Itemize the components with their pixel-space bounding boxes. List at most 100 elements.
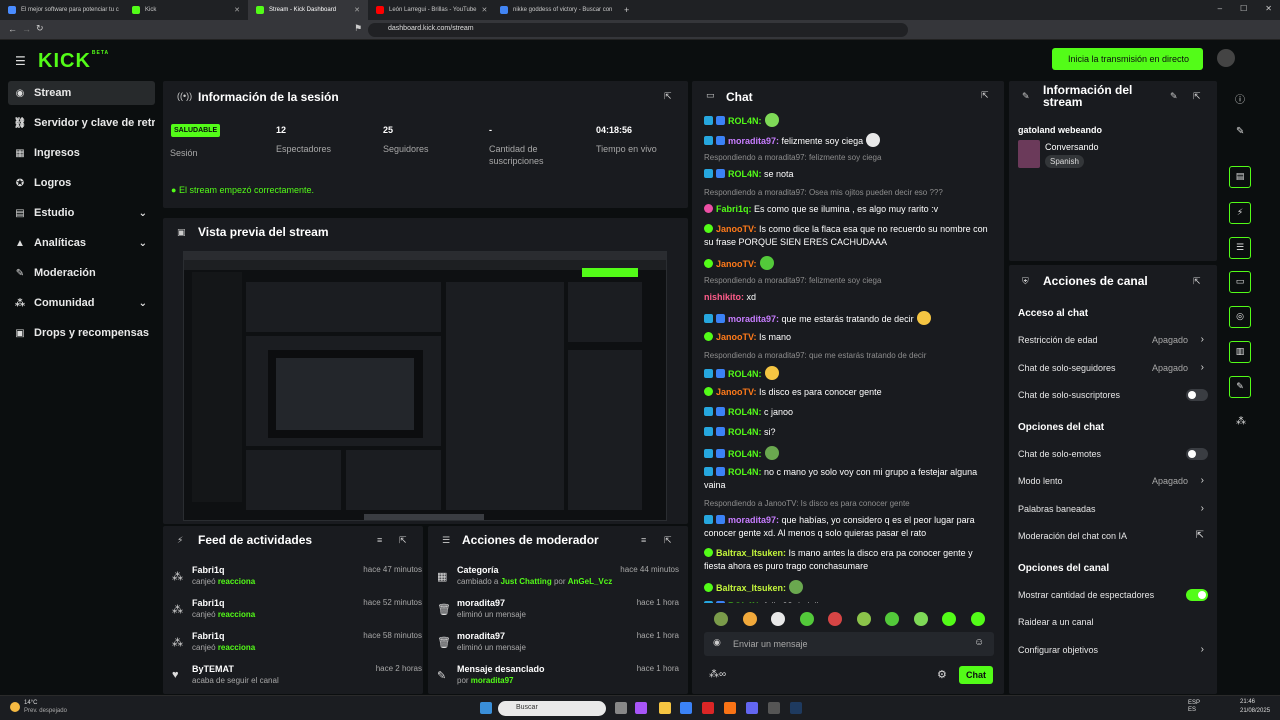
emote-icon[interactable]	[714, 612, 728, 626]
info-icon[interactable]: ⓘ	[1235, 91, 1245, 106]
sidebar-item-6[interactable]: ✎ Moderación	[8, 261, 155, 285]
popout-icon[interactable]: ⇱	[664, 91, 672, 102]
explorer-icon[interactable]	[659, 702, 671, 714]
close-icon[interactable]: ✕	[1265, 4, 1272, 13]
obs-icon[interactable]	[768, 702, 780, 714]
menu-icon[interactable]: ☰	[15, 54, 26, 68]
browser-tab[interactable]: Kick ✕	[124, 0, 248, 20]
chat-message[interactable]: moradita97: que me estarás tratando de d…	[704, 311, 994, 326]
start-icon[interactable]	[480, 702, 492, 714]
emote-icon[interactable]	[856, 612, 871, 626]
chat-messages[interactable]: ROL4N: moradita97: felizmente soy ciega Re…	[704, 113, 994, 603]
emote-icon[interactable]	[913, 612, 928, 626]
rail-list-icon[interactable]: ☰	[1229, 237, 1251, 259]
sidebar-item-2[interactable]: ▦ Ingresos	[8, 141, 155, 165]
sidebar-item-5[interactable]: ▲ Analíticas ⌄	[8, 231, 155, 255]
browser-tab[interactable]: El mejor software para potenciar tu c✕	[0, 0, 124, 20]
filter-icon[interactable]: ≡	[377, 535, 382, 545]
edit-icon[interactable]: ✎	[1170, 91, 1178, 102]
channel-setting-row[interactable]: Restricción de edad Apagado ›	[1018, 334, 1208, 353]
toggle-switch[interactable]	[1186, 447, 1208, 460]
chat-username[interactable]: Baltrax_Itsuken:	[716, 548, 786, 558]
stream-preview-video[interactable]	[183, 251, 667, 521]
chat-username[interactable]: JanooTV:	[716, 332, 757, 342]
channel-setting-row[interactable]: Palabras baneadas ›	[1018, 503, 1208, 522]
chat-username[interactable]: moradita97:	[728, 314, 779, 324]
popout-icon[interactable]: ⇱	[664, 535, 672, 546]
chat-message[interactable]: ROL4N: c janoo	[704, 406, 994, 419]
sidebar-item-7[interactable]: ⁂ Comunidad ⌄	[8, 291, 155, 315]
activity-user[interactable]: Fabri1q	[192, 631, 225, 641]
tab-close-icon[interactable]: ✕	[482, 6, 488, 14]
emote-icon[interactable]	[828, 612, 842, 626]
chat-message[interactable]: JanooTV: Is mano	[704, 331, 994, 344]
chat-message[interactable]: ROL4N: feliz 28 de julio	[704, 600, 994, 603]
gear-icon[interactable]: ⚙	[937, 668, 947, 681]
rail-stack-icon[interactable]: ▥	[1229, 341, 1251, 363]
url-input[interactable]: dashboard.kick.com/stream	[368, 23, 908, 37]
chat-message[interactable]: moradita97: felizmente soy ciega	[704, 133, 994, 148]
sidebar-item-1[interactable]: ⛓ Servidor y clave de retransmisión	[8, 111, 155, 135]
chat-username[interactable]: ROL4N:	[728, 601, 762, 603]
popout-icon[interactable]: ⇱	[399, 535, 407, 546]
channel-setting-row[interactable]: Mostrar cantidad de espectadores	[1018, 588, 1208, 608]
popout-icon[interactable]: ⇱	[1193, 276, 1201, 287]
go-live-button[interactable]: Inicia la transmisión en directo	[1052, 48, 1203, 70]
chat-input[interactable]: ◉ Enviar un mensaje ☺	[704, 632, 994, 656]
emote-icon[interactable]	[799, 612, 814, 626]
chat-username[interactable]: ROL4N:	[728, 449, 762, 459]
rail-bolt-icon[interactable]: ⚡	[1229, 202, 1251, 224]
channel-setting-row[interactable]: Modo lento Apagado ›	[1018, 475, 1208, 494]
sidebar-item-3[interactable]: ✪ Logros	[8, 171, 155, 195]
sidebar-item-0[interactable]: ◉ Stream	[8, 81, 155, 105]
popout-icon[interactable]: ⇱	[1193, 91, 1201, 102]
chat-message[interactable]: JanooTV:	[704, 256, 994, 271]
browser-icon[interactable]	[724, 702, 736, 714]
chat-message[interactable]: ROL4N:	[704, 366, 994, 381]
chat-message[interactable]: ROL4N: si?	[704, 426, 994, 439]
chat-message[interactable]: Fabri1q: Es como que se ilumina , es alg…	[704, 203, 994, 216]
chat-username[interactable]: JanooTV:	[716, 387, 757, 397]
rail-wrench-icon[interactable]: ✎	[1229, 376, 1251, 398]
chat-username[interactable]: ROL4N:	[728, 427, 762, 437]
emoji-icon[interactable]: ☺	[974, 637, 984, 648]
chat-username[interactable]: nishikito:	[704, 292, 744, 302]
chat-message[interactable]: ROL4N: se nota	[704, 168, 994, 181]
emote-icon[interactable]	[970, 612, 985, 626]
rail-chat-icon[interactable]: ▭	[1229, 271, 1251, 293]
chat-username[interactable]: ROL4N:	[728, 407, 762, 417]
channel-setting-row[interactable]: Configurar objetivos ›	[1018, 644, 1208, 663]
sidebar-item-4[interactable]: ▤ Estudio ⌄	[8, 201, 155, 225]
avatar[interactable]	[1217, 49, 1235, 67]
users-icon[interactable]: ⁂∞	[709, 669, 726, 680]
browser-tab[interactable]: León Larregui - Brillas - YouTube ✕	[368, 0, 492, 20]
app-icon[interactable]	[702, 702, 714, 714]
taskbar-search[interactable]: Buscar	[498, 701, 606, 716]
toggle-switch[interactable]	[1186, 588, 1208, 601]
mod-action-subject[interactable]: moradita97	[457, 598, 505, 608]
chat-message[interactable]: ROL4N:	[704, 113, 994, 128]
mod-action-subject[interactable]: moradita97	[457, 631, 505, 641]
activity-user[interactable]: Fabri1q	[192, 598, 225, 608]
rail-broadcast-icon[interactable]: ◎	[1229, 306, 1251, 328]
emote-icon[interactable]	[742, 612, 757, 626]
chat-username[interactable]: ROL4N:	[728, 467, 762, 477]
taskview-icon[interactable]	[615, 702, 627, 714]
channel-setting-row[interactable]: Moderación del chat con IA ⇱	[1018, 530, 1208, 549]
chat-username[interactable]: Fabri1q:	[716, 204, 752, 214]
back-icon[interactable]: ←	[8, 24, 17, 34]
activity-user[interactable]: ByTEMAT	[192, 664, 234, 674]
chat-username[interactable]: moradita97:	[728, 515, 779, 525]
chat-username[interactable]: ROL4N:	[728, 116, 762, 126]
channel-setting-row[interactable]: Chat de solo-seguidores Apagado ›	[1018, 362, 1208, 381]
chat-message[interactable]: ROL4N:	[704, 446, 994, 461]
bookmark-icon[interactable]: ⚑	[354, 23, 362, 34]
steam-icon[interactable]	[790, 702, 802, 714]
chat-username[interactable]: JanooTV:	[716, 259, 757, 269]
forward-icon[interactable]: →	[22, 24, 31, 34]
chat-message[interactable]: Baltrax_Itsuken: Is mano antes la disco …	[704, 547, 994, 573]
channel-setting-row[interactable]: Chat de solo-suscriptores	[1018, 389, 1208, 408]
chat-username[interactable]: Baltrax_Itsuken:	[716, 583, 786, 593]
channel-setting-row[interactable]: Raidear a un canal	[1018, 617, 1208, 635]
minimize-icon[interactable]: –	[1218, 4, 1222, 13]
